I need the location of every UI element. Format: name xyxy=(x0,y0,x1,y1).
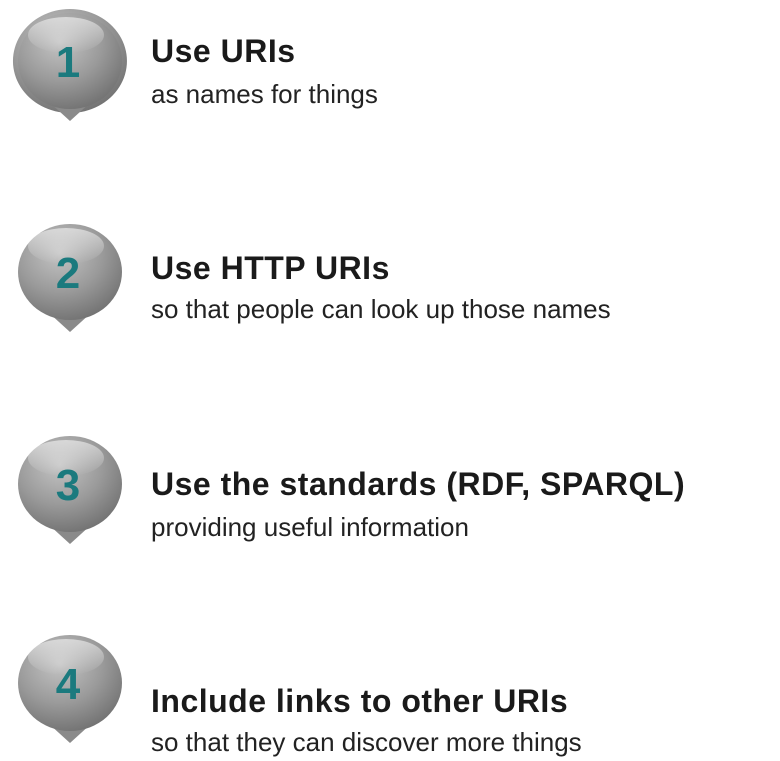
step-title: Use the standards (RDF, SPARQL) xyxy=(151,466,686,502)
speech-bubble-icon: 4 xyxy=(8,627,132,751)
step-subtitle: providing useful information xyxy=(151,512,469,542)
step-subtitle: so that they can discover more things xyxy=(151,727,582,757)
speech-bubble-icon: 3 xyxy=(8,428,132,552)
step-1: 1 Use URIs as names for things xyxy=(0,5,780,135)
step-4: 4 Include links to other URIs so that th… xyxy=(0,627,780,757)
step-title: Include links to other URIs xyxy=(151,683,569,719)
step-subtitle: so that people can look up those names xyxy=(151,294,611,324)
speech-bubble-icon: 1 xyxy=(8,5,132,129)
step-subtitle: as names for things xyxy=(151,79,378,109)
step-title: Use URIs xyxy=(151,33,296,69)
step-number: 2 xyxy=(56,249,80,298)
step-title: Use HTTP URIs xyxy=(151,250,390,286)
step-number: 1 xyxy=(56,38,80,87)
step-2: 2 Use HTTP URIs so that people can look … xyxy=(0,216,780,346)
step-number: 3 xyxy=(56,461,80,510)
speech-bubble-icon: 2 xyxy=(8,216,132,340)
step-3: 3 Use the standards (RDF, SPARQL) provid… xyxy=(0,428,780,558)
step-number: 4 xyxy=(56,660,81,709)
